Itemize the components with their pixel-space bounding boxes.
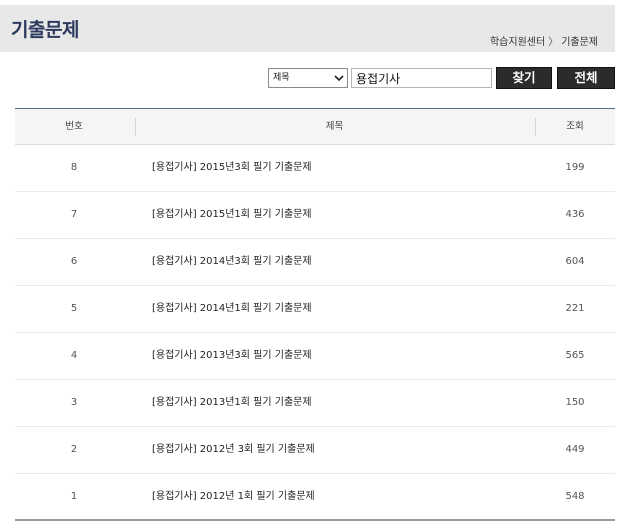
row-title-link[interactable]: [용접기사] 2014년1회 필기 기출문제 [152,286,312,332]
column-header-title: 제목 [325,121,344,132]
row-number: 7 [70,209,78,220]
column-header-views: 조회 [566,121,584,132]
row-views: 150 [565,397,585,408]
row-number: 1 [70,491,78,502]
table-row[interactable]: 1 [용접기사] 2012년 1회 필기 기출문제 548 [15,474,615,519]
row-number: 4 [70,350,78,361]
row-title-link[interactable]: [용접기사] 2013년1회 필기 기출문제 [152,380,312,426]
exam-list-table: 번호 제목 조회 8 [용접기사] 2015년3회 필기 기출문제 199 7 … [15,108,615,521]
row-number: 6 [70,256,78,267]
search-field-select[interactable]: 제목 [268,68,348,88]
table-row[interactable]: 8 [용접기사] 2015년3회 필기 기출문제 199 [15,145,615,192]
row-title-link[interactable]: [용접기사] 2012년 3회 필기 기출문제 [152,427,315,473]
page-header: 기출문제 학습지원센터 〉 기출문제 [0,5,615,52]
breadcrumb-current: 기출문제 [561,37,598,48]
row-title-link[interactable]: [용접기사] 2012년 1회 필기 기출문제 [152,474,315,520]
row-title-link[interactable]: [용접기사] 2015년3회 필기 기출문제 [152,145,312,191]
row-views: 565 [565,350,585,361]
show-all-button[interactable]: 전체 [557,67,615,89]
row-views: 604 [565,256,585,267]
table-row[interactable]: 3 [용접기사] 2013년1회 필기 기출문제 150 [15,380,615,427]
row-number: 8 [70,162,78,173]
table-row[interactable]: 4 [용접기사] 2013년3회 필기 기출문제 565 [15,333,615,380]
breadcrumb: 학습지원센터 〉 기출문제 [490,33,598,48]
row-title-link[interactable]: [용접기사] 2014년3회 필기 기출문제 [152,239,312,285]
row-views: 548 [565,491,585,502]
chevron-down-icon [334,75,344,82]
table-row[interactable]: 6 [용접기사] 2014년3회 필기 기출문제 604 [15,239,615,286]
table-row[interactable]: 2 [용접기사] 2012년 3회 필기 기출문제 449 [15,427,615,474]
breadcrumb-home[interactable]: 학습지원센터 [490,37,545,48]
find-button[interactable]: 찾기 [496,67,552,89]
table-row[interactable]: 5 [용접기사] 2014년1회 필기 기출문제 221 [15,286,615,333]
row-views: 449 [565,444,585,455]
row-number: 2 [70,444,78,455]
search-bar: 제목 찾기 전체 [0,67,615,89]
table-header: 번호 제목 조회 [15,109,615,145]
breadcrumb-separator: 〉 [548,37,559,48]
row-views: 436 [565,209,585,220]
row-title-link[interactable]: [용접기사] 2013년3회 필기 기출문제 [152,333,312,379]
search-field-select-value: 제목 [273,73,290,83]
row-number: 5 [70,303,78,314]
row-title-link[interactable]: [용접기사] 2015년1회 필기 기출문제 [152,192,312,238]
search-input[interactable] [351,68,492,88]
table-row[interactable]: 7 [용접기사] 2015년1회 필기 기출문제 436 [15,192,615,239]
row-views: 199 [565,162,585,173]
column-header-no: 번호 [65,121,83,132]
row-views: 221 [565,303,585,314]
page-title: 기출문제 [11,19,79,41]
row-number: 3 [70,397,78,408]
